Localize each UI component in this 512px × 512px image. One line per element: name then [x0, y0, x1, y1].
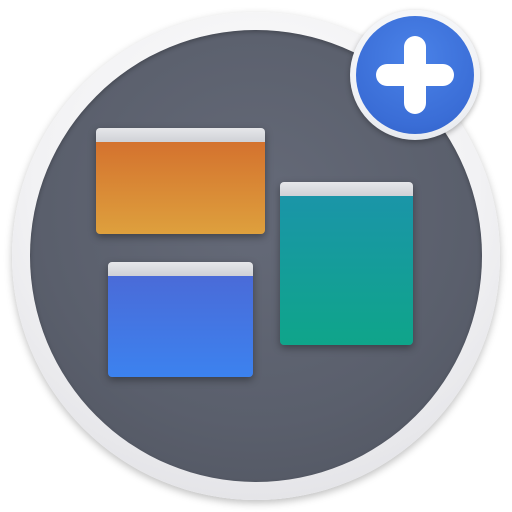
window-body	[108, 276, 253, 377]
plus-badge	[350, 10, 480, 140]
window-body	[280, 196, 413, 345]
window-titlebar	[280, 182, 413, 196]
window-titlebar	[96, 128, 265, 142]
app-icon	[0, 0, 512, 512]
window-blue-icon	[108, 262, 253, 377]
window-teal-icon	[280, 182, 413, 345]
window-titlebar	[108, 262, 253, 276]
plus-icon	[376, 36, 454, 114]
window-orange-icon	[96, 128, 265, 234]
plus-badge-core	[356, 16, 474, 134]
window-body	[96, 142, 265, 234]
